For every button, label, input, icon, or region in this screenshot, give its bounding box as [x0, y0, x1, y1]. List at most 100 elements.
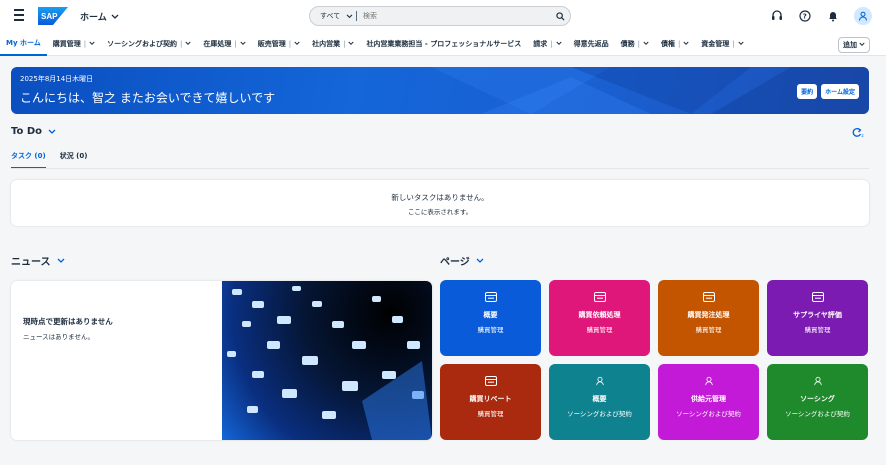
- menu-item-inventory[interactable]: 在庫処理 |: [197, 32, 251, 56]
- menu-item-label: 得意先返品: [573, 39, 609, 48]
- news-card[interactable]: 現時点で更新はありません ニュースはありません。: [11, 281, 432, 440]
- pages-title: ページ: [440, 257, 470, 268]
- menu-item-treasury[interactable]: 資金管理 |: [695, 32, 749, 56]
- page-tile[interactable]: 購買発注処理 購買管理: [658, 280, 759, 356]
- menu-item-receivables[interactable]: 債権 |: [655, 32, 695, 56]
- home-settings-button[interactable]: ホーム設定: [821, 84, 859, 99]
- page-tile[interactable]: 購買依頼処理 購買管理: [549, 280, 650, 356]
- chevron-down-icon: [346, 13, 353, 18]
- news-section-header[interactable]: ニュース: [11, 253, 65, 268]
- menu-item-purchasing[interactable]: 購買管理 |: [47, 32, 101, 56]
- page-tile[interactable]: ソーシング ソーシングおよび契約: [767, 364, 868, 440]
- home-label: ホーム: [80, 13, 107, 23]
- news-image: [222, 281, 432, 440]
- page-tile-subtitle: ソーシングおよび契約: [567, 410, 632, 418]
- search-icon[interactable]: [550, 11, 570, 21]
- search-bar[interactable]: すべて: [309, 6, 571, 26]
- user-icon: [859, 11, 867, 21]
- menu-item-label: 購買管理: [52, 39, 81, 48]
- chevron-down-icon: [294, 41, 300, 45]
- menu-item-label: 販売管理: [257, 39, 286, 48]
- page-tile[interactable]: 概要 購買管理: [440, 280, 541, 356]
- page-tile[interactable]: 供給元管理ソーシングおよび契約: [658, 364, 759, 440]
- menu-item-label: 債権: [660, 39, 675, 48]
- menu-item-billing[interactable]: 請求 |: [527, 32, 567, 56]
- app-icon: [484, 292, 497, 302]
- sap-logo[interactable]: SAP: [38, 7, 68, 25]
- todo-title: To Do: [11, 126, 43, 137]
- tab-situations[interactable]: 状況 (0): [60, 151, 88, 169]
- page-tile-title: 購買リベート: [469, 395, 512, 403]
- banner-date: 2025年8月14日木曜日: [20, 75, 94, 83]
- chevron-down-icon: [348, 41, 355, 45]
- menu-item-sourcing[interactable]: ソーシングおよび契約 |: [101, 32, 197, 56]
- menu-item-sales[interactable]: 販売管理 |: [252, 32, 306, 56]
- menu-item-label: ソーシングおよび契約: [107, 39, 177, 48]
- menu-item-label: 社内営業業務担当 - プロフェッショナルサービス: [366, 39, 522, 48]
- chevron-down-icon: [683, 41, 689, 45]
- news-title: ニュース: [11, 257, 51, 268]
- divider: |: [288, 39, 292, 48]
- person-icon: [704, 376, 713, 386]
- app-icon: [484, 376, 497, 386]
- bell-icon[interactable]: [826, 9, 840, 23]
- page-tile-subtitle: 購買管理: [586, 326, 613, 334]
- page-tile-title: 購買依頼処理: [578, 311, 621, 319]
- chevron-down-icon: [111, 14, 119, 19]
- refresh-icon[interactable]: z: [852, 127, 864, 141]
- divider: |: [677, 39, 681, 48]
- avatar[interactable]: [854, 7, 872, 25]
- todo-tabs: タスク (0) 状況 (0): [11, 151, 87, 169]
- menu-item-customer-returns[interactable]: 得意先返品: [568, 32, 615, 56]
- news-heading: 現時点で更新はありません: [23, 317, 113, 326]
- menu-item-label: My ホーム: [6, 38, 41, 47]
- menu-item-label: 社内営業: [312, 39, 341, 48]
- tab-tasks[interactable]: タスク (0): [11, 151, 46, 169]
- svg-text:SAP: SAP: [41, 12, 58, 21]
- menu-item-label: 債務: [620, 39, 635, 48]
- person-icon: [813, 376, 822, 386]
- person-icon: [595, 376, 604, 386]
- page-tile-subtitle: 購買管理: [804, 326, 831, 334]
- chevron-down-icon: [89, 41, 95, 45]
- divider: |: [343, 39, 346, 48]
- help-icon[interactable]: ?: [798, 9, 812, 23]
- page-tile-subtitle: ソーシングおよび契約: [676, 410, 741, 418]
- menu-item-label: 資金管理: [701, 39, 730, 48]
- menu-item-my-home[interactable]: My ホーム: [0, 32, 47, 56]
- page-tile-title: 供給元管理: [691, 395, 726, 403]
- divider: |: [637, 39, 640, 48]
- app-icon: [811, 292, 824, 302]
- svg-text:?: ?: [803, 13, 807, 21]
- menu-item-payables[interactable]: 債務 |: [615, 32, 655, 56]
- pages-section-header[interactable]: ページ: [440, 253, 484, 268]
- menu-item-internal-sales-pro[interactable]: 社内営業業務担当 - プロフェッショナルサービス: [360, 32, 527, 56]
- shell-bar: SAP ホーム すべて ?: [0, 0, 886, 32]
- search-scope-select[interactable]: すべて: [310, 11, 356, 21]
- todo-empty-line1: 新しいタスクはありません。: [391, 193, 489, 202]
- page-tile-title: 概要: [483, 311, 498, 319]
- home-menu[interactable]: ホーム: [80, 10, 119, 23]
- divider: |: [83, 39, 87, 48]
- news-subtext: ニュースはありません。: [23, 333, 94, 341]
- menu-icon[interactable]: [14, 9, 28, 23]
- page-tile-title: 概要: [592, 395, 607, 403]
- chevron-down-icon: [48, 129, 56, 134]
- headset-icon[interactable]: [770, 9, 784, 23]
- chevron-down-icon: [643, 41, 649, 45]
- chevron-down-icon: [859, 42, 865, 46]
- todo-section-header[interactable]: To Do: [11, 126, 56, 137]
- divider: |: [550, 39, 553, 48]
- search-input[interactable]: [357, 7, 550, 25]
- app-icon: [593, 292, 606, 302]
- page-tile[interactable]: 購買リベート 購買管理: [440, 364, 541, 440]
- summary-button[interactable]: 要約: [797, 84, 818, 99]
- page-tile[interactable]: サプライヤ評価 購買管理: [767, 280, 868, 356]
- chevron-down-icon: [738, 41, 744, 45]
- add-menu-button[interactable]: 追加: [838, 37, 870, 53]
- chevron-down-icon: [476, 258, 484, 263]
- divider: |: [234, 39, 237, 48]
- menu-item-internal-sales[interactable]: 社内営業 |: [306, 32, 360, 56]
- page-tile-subtitle: 購買管理: [695, 326, 722, 334]
- page-tile[interactable]: 概要ソーシングおよび契約: [549, 364, 650, 440]
